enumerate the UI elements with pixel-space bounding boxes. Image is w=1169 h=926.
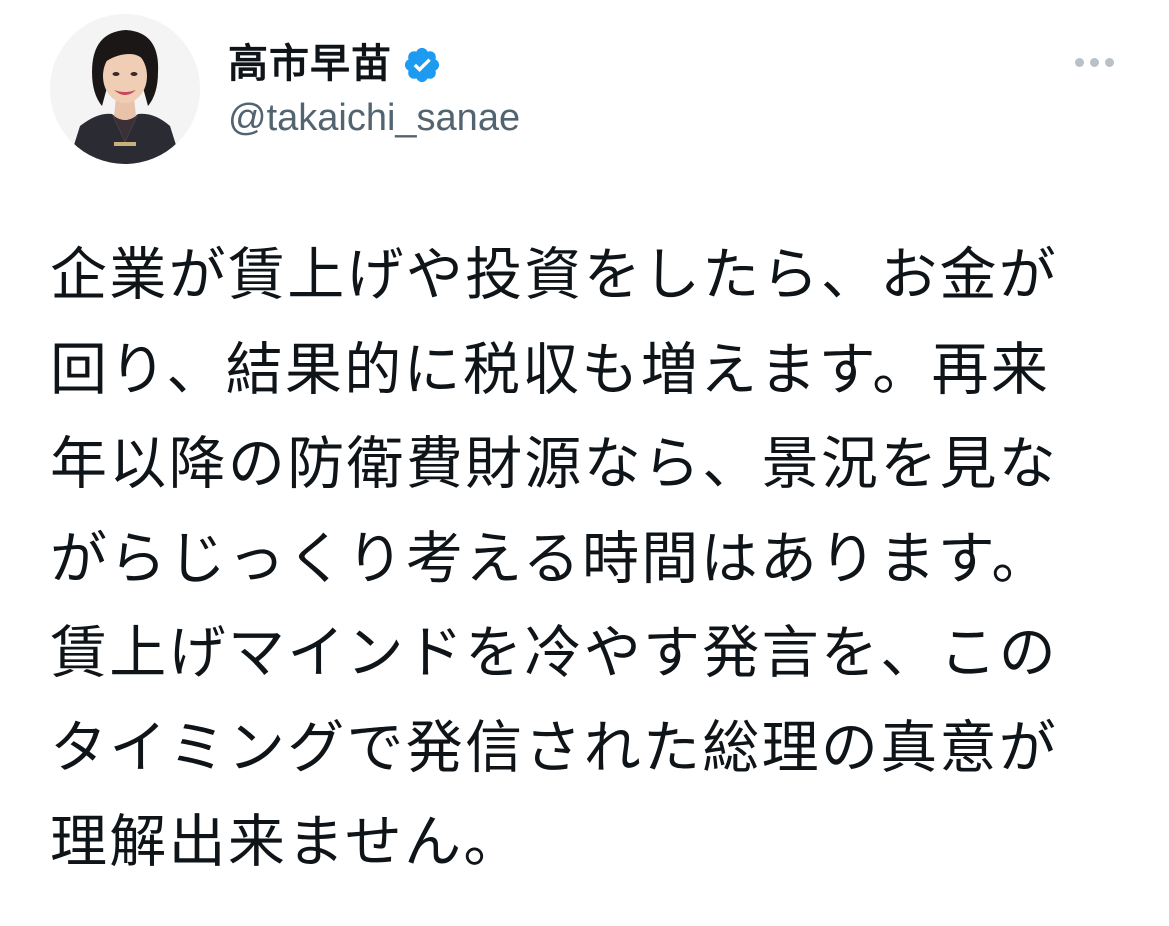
author-handle[interactable]: @takaichi_sanae	[228, 92, 520, 144]
author-name-row: 高市早苗	[228, 36, 442, 92]
tweet-text-line: 理解出来ません。	[50, 809, 523, 875]
more-options-icon	[1089, 57, 1099, 67]
more-options-button[interactable]	[1064, 42, 1124, 82]
more-options-icon	[1104, 57, 1114, 67]
tweet-text-line: がらじっくり考える時間はあります。	[50, 525, 1051, 592]
tweet-text-line: タイミングで発信された総理の真意が	[50, 714, 1059, 781]
tweet-text-line: 賃上げマインドを冷やす発言を、この	[50, 620, 1059, 686]
tweet-text-line: 回り、結果的に税収も増えます。再来	[50, 336, 1051, 403]
author-avatar[interactable]	[50, 14, 200, 164]
more-options-icon	[1074, 57, 1084, 67]
author-display-name[interactable]: 高市早苗	[228, 36, 392, 92]
tweet-text-line: 企業が賃上げや投資をしたら、お金が	[50, 242, 1059, 308]
tweet-text: 企業が賃上げや投資をしたら、お金が 回り、結果的に税収も増えます。再来 年以降の…	[50, 228, 1130, 890]
verified-badge-icon	[402, 45, 442, 85]
profile-photo-icon	[50, 14, 200, 164]
tweet-text-line: 年以降の防衛費財源なら、景況を見な	[50, 431, 1059, 497]
